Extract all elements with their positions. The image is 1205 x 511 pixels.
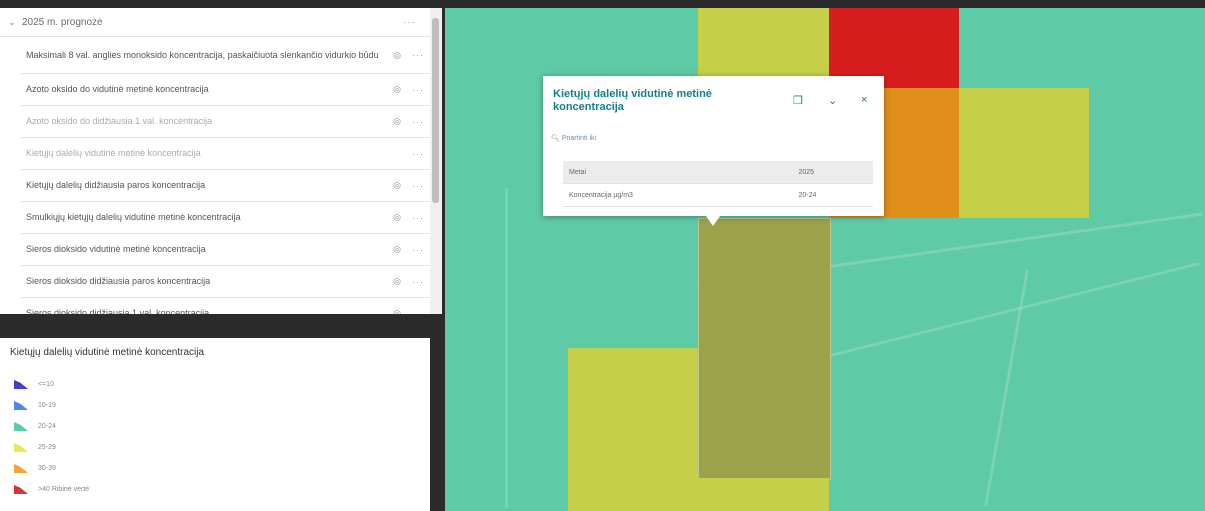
grid-cell-yellow [568,348,698,511]
more-options-icon[interactable]: ··· [406,213,430,223]
layer-item-label: Azoto oksido do vidutinė metinė koncentr… [26,84,209,94]
map-road [505,188,508,508]
attribute-key: Metai [563,161,793,184]
visibility-eye-icon[interactable]: ◎ [388,308,406,314]
attribute-value: 2025 [792,161,873,184]
legend-swatch-icon [14,464,28,473]
visibility-eye-icon[interactable]: ◎ [388,84,406,95]
layer-items: Maksimali 8 val. anglies monoksido konce… [0,37,430,314]
layer-item[interactable]: Sieros dioksido didžiausia 1 val. koncen… [20,298,430,314]
legend-item: >40 Ribinė vertė [14,485,89,494]
layer-item[interactable]: Maksimali 8 val. anglies monoksido konce… [20,37,430,74]
visibility-eye-icon[interactable]: ◎ [388,180,406,191]
grid-cell-olive [698,218,831,480]
legend-swatch-icon [14,380,28,389]
legend-swatch-icon [14,485,28,494]
layer-item-label: Sieros dioksido vidutinė metinė koncentr… [26,244,206,254]
layer-item[interactable]: Sieros dioksido vidutinė metinė koncentr… [20,234,430,266]
more-options-icon[interactable]: ··· [406,277,430,287]
more-options-icon[interactable]: ··· [403,17,416,28]
visibility-eye-icon[interactable]: ◎ [388,244,406,255]
popup-attribute-table: Metai 2025 Koncentracija µg/m3 20-24 [563,161,873,207]
legend-item: 30-39 [14,464,56,473]
more-options-icon[interactable]: ··· [406,149,430,159]
layer-item-label: Sieros dioksido didžiausia paros koncent… [26,276,211,286]
more-options-icon[interactable]: ··· [406,245,430,255]
feature-popup: Kietųjų dalelių vidutinė metinė koncentr… [543,76,884,226]
layer-item-label: Kietųjų dalelių vidutinė metinė koncentr… [26,148,201,158]
more-options-icon[interactable]: ··· [406,85,430,95]
attribute-value: 20-24 [792,183,873,207]
legend-item-label: 20-24 [38,423,56,430]
legend-swatch-icon [14,401,28,410]
legend-item-label: 30-39 [38,465,56,472]
more-options-icon[interactable]: ··· [406,181,430,191]
layer-item-label: Sieros dioksido didžiausia 1 val. koncen… [26,308,210,314]
legend-item: 10-19 [14,401,56,410]
legend-swatch-icon [14,422,28,431]
grid-cell-yellow [698,478,829,511]
more-options-icon[interactable]: ··· [406,309,430,315]
layer-item-label: Kietųjų dalelių didžiausia paros koncent… [26,180,206,190]
visibility-eye-icon[interactable]: ◎ [388,116,406,127]
legend-swatch-icon [14,443,28,452]
close-icon[interactable]: × [861,94,867,106]
legend-item-label: 25-29 [38,444,56,451]
visibility-eye-icon[interactable]: ◎ [388,276,406,287]
dock-icon[interactable]: ❐ [793,94,803,107]
layer-group-label: 2025 m. prognozė [22,16,103,28]
legend-title: Kietųjų dalelių vidutinė metinė koncentr… [10,347,205,358]
more-options-icon[interactable]: ··· [406,117,430,127]
legend-panel: Kietųjų dalelių vidutinė metinė koncentr… [0,338,430,511]
layer-item[interactable]: Kietųjų dalelių didžiausia paros koncent… [20,170,430,202]
layer-item-label: Azoto oksido do didžiausia 1 val. koncen… [26,116,213,126]
layer-item[interactable]: Azoto oksido do vidutinė metinė koncentr… [20,74,430,106]
legend-item: <=10 [14,380,54,389]
scrollbar-thumb[interactable] [432,18,439,203]
zoom-to-link[interactable]: 🔍︎ Priartinti iki [551,134,596,142]
table-row: Metai 2025 [563,161,873,184]
legend-item: 25-29 [14,443,56,452]
table-row: Koncentracija µg/m3 20-24 [563,183,873,207]
chevron-down-icon[interactable]: ⌄ [8,17,22,28]
grid-cell-yellow [698,8,829,78]
legend-item-label: 10-19 [38,402,56,409]
visibility-eye-icon[interactable]: ◎ [388,50,406,61]
search-icon: 🔍︎ [551,135,560,142]
map-road [984,269,1029,507]
layer-item[interactable]: Azoto oksido do didžiausia 1 val. koncen… [20,106,430,138]
more-options-icon[interactable]: ··· [406,50,430,60]
layer-item-label: Maksimali 8 val. anglies monoksido konce… [26,49,379,60]
legend-item-label: <=10 [38,381,54,388]
attribute-key: Koncentracija µg/m3 [563,183,793,207]
grid-cell-yellow [959,88,1089,218]
popup-pointer [706,216,720,226]
layer-item[interactable]: Sieros dioksido didžiausia paros koncent… [20,266,430,298]
layer-item-label: Smulkiųjų kietųjų dalelių vidutinė metin… [26,212,241,222]
collapse-icon[interactable]: ⌄ [828,94,837,107]
visibility-eye-icon[interactable]: ◎ [388,212,406,223]
layer-item[interactable]: Smulkiųjų kietųjų dalelių vidutinė metin… [20,202,430,234]
legend-item: 20-24 [14,422,56,431]
popup-title: Kietųjų dalelių vidutinė metinė koncentr… [553,88,712,113]
layer-group-header[interactable]: ⌄ 2025 m. prognozė ··· [0,8,430,37]
layer-item[interactable]: Kietųjų dalelių vidutinė metinė koncentr… [20,138,430,170]
legend-item-label: >40 Ribinė vertė [38,486,90,493]
zoom-to-label: Priartinti iki [561,135,597,142]
layer-list-panel: ⌄ 2025 m. prognozė ··· Maksimali 8 val. … [0,8,430,314]
